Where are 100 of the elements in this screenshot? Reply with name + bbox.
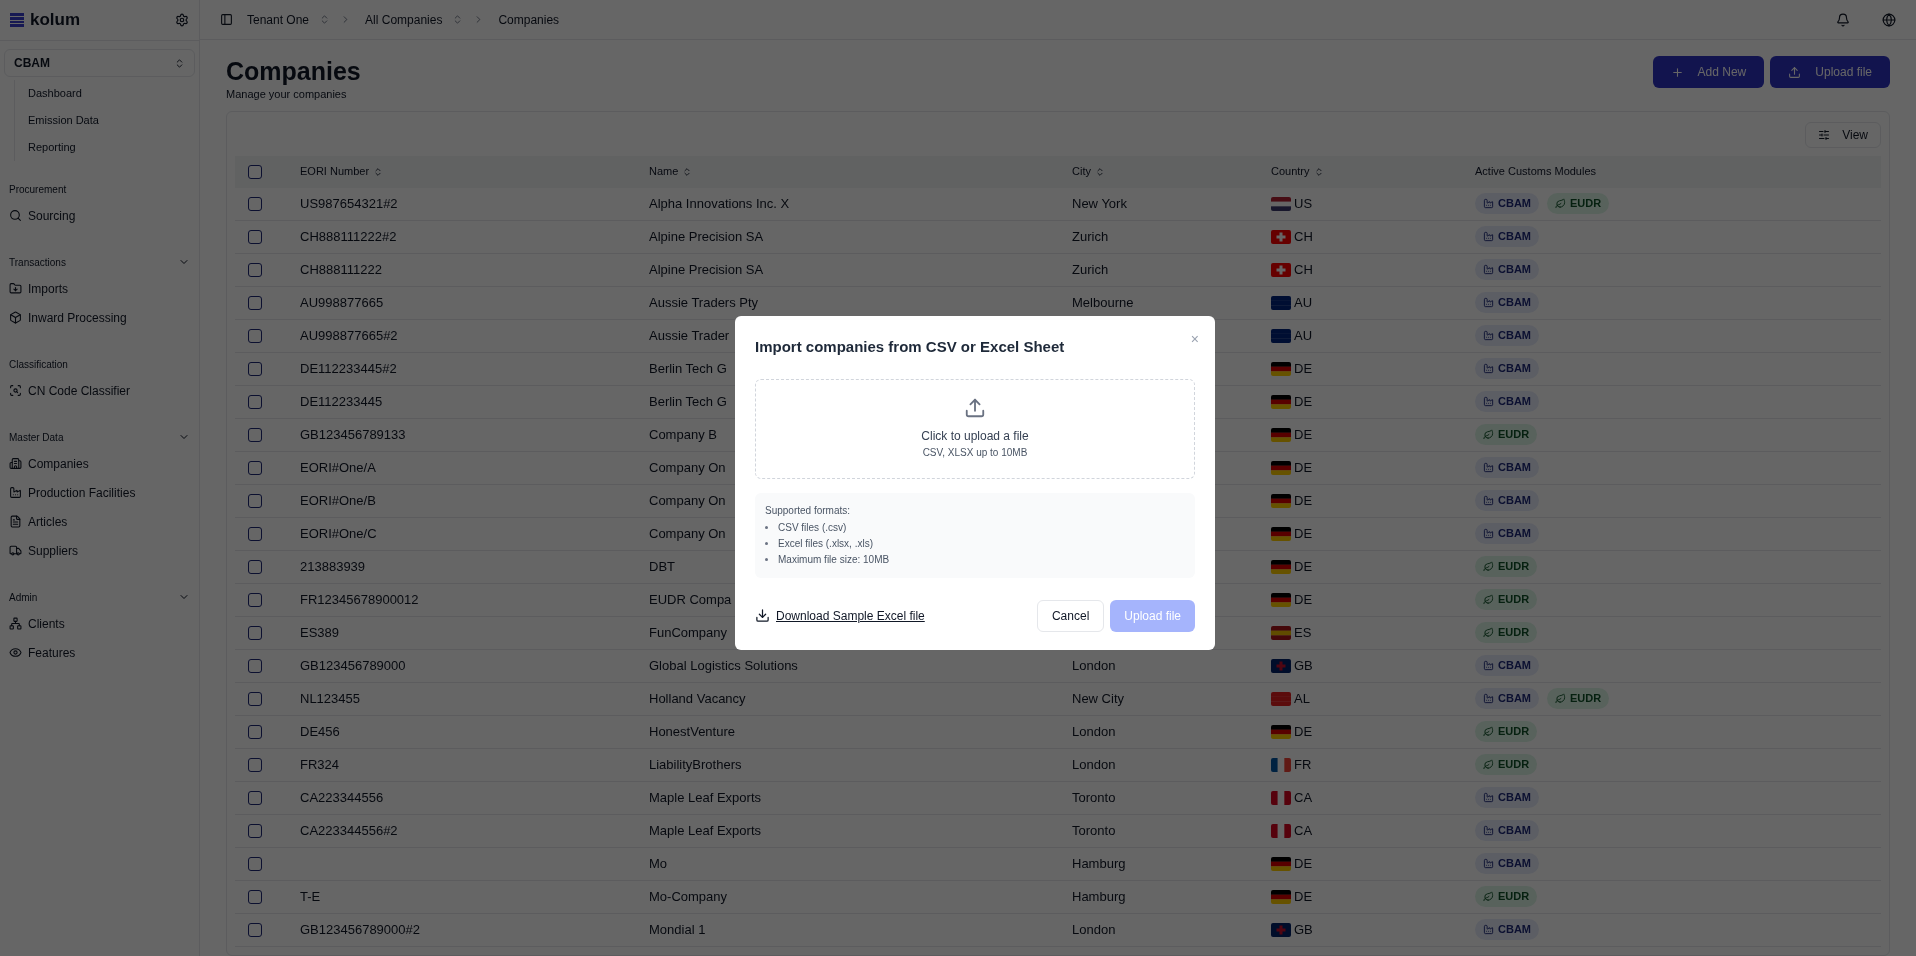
breadcrumb[interactable]: All Companies [365, 10, 443, 29]
table-cell: CH888111222#2 [300, 228, 397, 244]
nav-item[interactable]: Sourcing [28, 206, 76, 225]
nav-subitem[interactable]: Emission Data [15, 107, 195, 134]
factory-icon [1483, 231, 1494, 242]
folder-icon [9, 282, 22, 295]
table-cell: GB123456789000#2 [300, 921, 420, 937]
table-cell: Maple Leaf Exports [649, 822, 761, 838]
sidebar-toggle-icon[interactable] [220, 13, 233, 26]
nav-item[interactable]: Articles [28, 512, 68, 531]
module-tag: EUDR [1475, 424, 1538, 445]
checkbox[interactable] [248, 229, 262, 244]
checkbox[interactable] [248, 724, 262, 739]
column-header[interactable]: Country [1271, 163, 1310, 180]
nav-item[interactable]: Suppliers [28, 541, 79, 560]
factory-icon [1483, 264, 1494, 275]
breadcrumb[interactable]: Tenant One [247, 10, 310, 29]
table-cell: EORI#One/A [300, 459, 376, 475]
checkbox[interactable] [248, 427, 262, 442]
table-cell: DE112233445#2 [300, 360, 397, 376]
upload-dropzone[interactable]: Click to upload a file CSV, XLSX up to 10MB [755, 378, 1195, 479]
nav-item[interactable]: Companies [28, 454, 89, 473]
factory-icon [1483, 924, 1494, 935]
table-cell: New City [1072, 690, 1124, 706]
breadcrumb[interactable]: Companies [498, 10, 560, 29]
module-tag: EUDR [1475, 589, 1538, 610]
factory-icon [1483, 462, 1494, 473]
checkbox[interactable] [248, 592, 262, 607]
table-cell: HonestVenture [649, 723, 735, 739]
factory-icon [1483, 198, 1494, 209]
checkbox[interactable] [248, 790, 262, 805]
nav-item[interactable]: Production Facilities [28, 483, 136, 502]
checkbox[interactable] [248, 196, 262, 211]
checkbox[interactable] [248, 361, 262, 376]
checkbox[interactable] [248, 691, 262, 706]
checkbox[interactable] [248, 394, 262, 409]
factory-icon [1483, 330, 1494, 341]
checkbox[interactable] [248, 460, 262, 475]
view-button[interactable]: View [1805, 121, 1881, 148]
action-button[interactable]: Upload file [1770, 56, 1890, 88]
checkbox[interactable] [248, 526, 262, 541]
table-cell: Company On [649, 525, 726, 541]
table-cell: Company On [649, 459, 726, 475]
action-button[interactable]: Add New [1652, 56, 1765, 88]
checkbox[interactable] [248, 262, 262, 277]
table-cell: FunCompany [649, 624, 728, 640]
column-header[interactable]: Name [649, 163, 679, 180]
nav-item[interactable]: Clients [28, 614, 65, 633]
table-cell-text: DE [1294, 524, 1313, 543]
cancel-button[interactable]: Cancel [1036, 599, 1105, 632]
nav-item[interactable]: Inward Processing [28, 308, 127, 327]
factory-icon [9, 486, 22, 499]
module-tag: CBAM [1475, 853, 1539, 874]
module-tag: EUDR [1475, 754, 1538, 775]
nav-subitem[interactable]: Dashboard [15, 80, 195, 107]
download-link[interactable]: Download Sample Excel file [776, 606, 925, 625]
module-tag: EUDR [1475, 886, 1538, 907]
checkbox[interactable] [248, 328, 262, 343]
factory-icon [1483, 363, 1494, 374]
table-cell-text: AU [1294, 326, 1313, 345]
sort-icon[interactable] [373, 166, 384, 177]
eye-icon [9, 646, 22, 659]
table-cell: Company B [649, 426, 717, 442]
sort-icon[interactable] [1094, 166, 1105, 177]
checkbox[interactable] [248, 823, 262, 838]
table-cell: Maple Leaf Exports [649, 789, 761, 805]
checkbox[interactable] [248, 559, 262, 574]
leaf-icon [1555, 198, 1566, 209]
nav-subitem[interactable]: Reporting [15, 134, 195, 161]
checkbox[interactable] [248, 889, 262, 904]
column-header[interactable]: City [1072, 163, 1091, 180]
table-cell-text: DE [1294, 557, 1313, 576]
factory-icon [1483, 660, 1494, 671]
table-cell: Company On [649, 492, 726, 508]
checkbox[interactable] [248, 658, 262, 673]
leaf-icon [1555, 693, 1566, 704]
table-cell: CH888111222 [300, 261, 382, 277]
checkbox[interactable] [248, 922, 262, 937]
format-item: Excel files (.xlsx, .xls) [778, 537, 873, 551]
checkbox[interactable] [248, 493, 262, 508]
settings-icon[interactable] [175, 13, 189, 27]
sort-icon[interactable] [682, 166, 693, 177]
table-cell-text: DE [1294, 887, 1313, 906]
factory-icon [1483, 858, 1494, 869]
close-button[interactable]: × [1190, 332, 1199, 346]
checkbox[interactable] [248, 164, 262, 179]
checkbox[interactable] [248, 856, 262, 871]
sort-icon[interactable] [1313, 166, 1324, 177]
notification-icon[interactable] [1836, 12, 1850, 27]
column-header[interactable]: EORI Number [300, 163, 370, 180]
nav-item[interactable]: Features [28, 643, 76, 662]
module-selector[interactable]: CBAM [4, 49, 195, 77]
checkbox[interactable] [248, 757, 262, 772]
checkbox[interactable] [248, 625, 262, 640]
language-icon[interactable] [1882, 12, 1896, 27]
checkbox[interactable] [248, 295, 262, 310]
factory-icon [1483, 528, 1494, 539]
table-cell: Mo-Company [649, 888, 728, 904]
nav-item[interactable]: Imports [28, 279, 68, 298]
nav-item[interactable]: CN Code Classifier [28, 381, 131, 400]
